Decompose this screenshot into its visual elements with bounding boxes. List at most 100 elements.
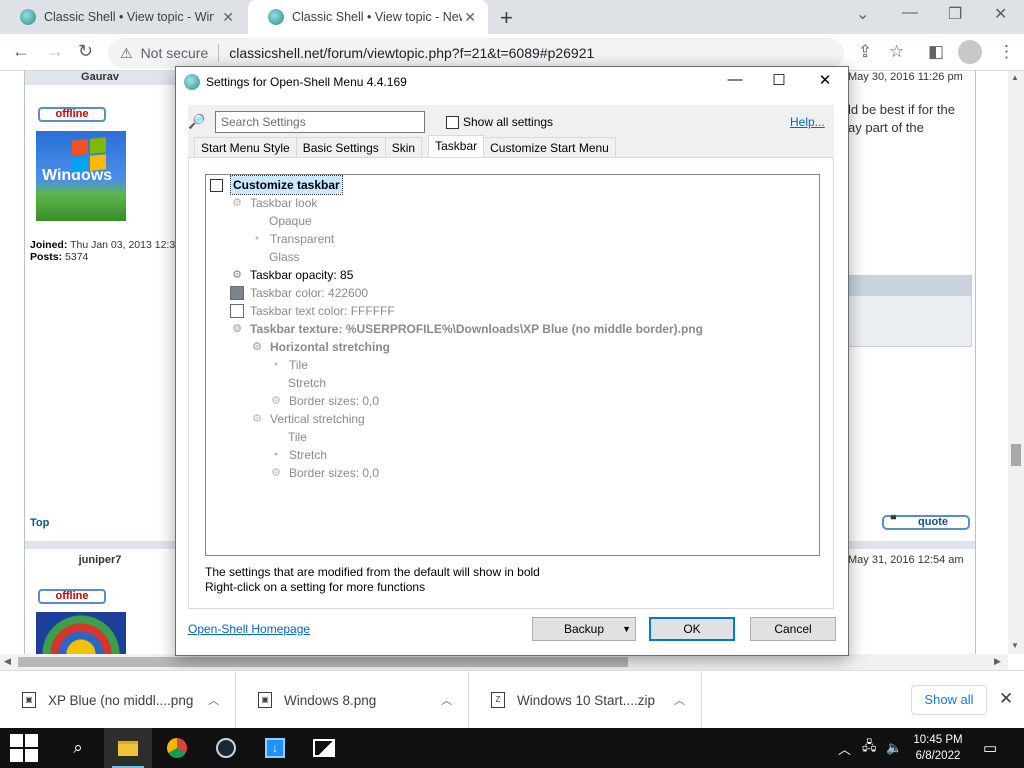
top-link[interactable]: Top <box>30 517 49 529</box>
scrollbar-thumb[interactable] <box>1011 444 1021 466</box>
vertical-stretching-item[interactable]: ⚙ Vertical stretching <box>250 410 365 428</box>
search-button[interactable]: ⌕ <box>54 728 102 768</box>
taskbar-opacity-item[interactable]: ⚙ Taskbar opacity: 85 <box>230 266 353 284</box>
tab-customize-start-menu[interactable]: Customize Start Menu <box>483 137 616 157</box>
taskbar-look-item[interactable]: ⚙ Taskbar look <box>230 194 317 212</box>
open-shell-homepage-link[interactable]: Open-Shell Homepage <box>188 622 310 636</box>
tray-overflow-chevron-icon[interactable]: ︿ <box>838 728 851 768</box>
volume-icon[interactable]: 🔈 <box>886 728 902 768</box>
browser-tab-1[interactable]: Classic Shell • View topic - Windows ✕ <box>0 0 246 34</box>
share-icon[interactable]: ⇪ <box>858 42 872 62</box>
h-tile-option[interactable]: ● Tile <box>269 356 308 374</box>
h-border-sizes-item[interactable]: ⚙ Border sizes: 0,0 <box>269 392 379 410</box>
post-author-name[interactable]: Gaurav <box>25 71 175 85</box>
customize-taskbar-item[interactable]: Customize taskbar <box>210 175 343 195</box>
dropdown-arrow-icon[interactable]: ▼ <box>622 618 631 640</box>
gear-icon: ⚙ <box>232 323 242 335</box>
scroll-down-arrow-icon[interactable]: ▼ <box>1011 641 1019 650</box>
horizontal-stretching-item[interactable]: ⚙ Horizontal stretching <box>250 338 390 356</box>
chevron-up-icon[interactable]: ︿ <box>441 692 452 708</box>
security-status[interactable]: Not secure <box>141 45 209 61</box>
show-all-downloads-button[interactable]: Show all <box>911 685 987 715</box>
post-text-line: ay part of the <box>848 120 924 135</box>
search-settings-input[interactable]: Search Settings <box>215 111 425 133</box>
opaque-option[interactable]: Opaque <box>269 212 312 230</box>
v-stretch-option[interactable]: ● Stretch <box>269 446 327 464</box>
download-item[interactable]: Z Windows 10 Start....zip ︿ <box>469 671 702 729</box>
page-horizontal-scrollbar[interactable]: ◀ ▶ <box>0 654 1008 670</box>
chevron-up-icon[interactable]: ︿ <box>208 692 219 708</box>
taskbar-texture-item[interactable]: ⚙ Taskbar texture: %USERPROFILE%\Downloa… <box>230 320 703 338</box>
scroll-up-arrow-icon[interactable]: ▲ <box>1011 73 1019 82</box>
maximize-icon[interactable]: ☐ <box>764 71 794 89</box>
tab-basic-settings[interactable]: Basic Settings <box>295 137 386 157</box>
tab-start-menu-style[interactable]: Start Menu Style <box>194 137 297 157</box>
help-link[interactable]: Help... <box>790 115 825 129</box>
reload-icon[interactable]: ↻ <box>78 41 93 62</box>
url-text[interactable]: classicshell.net/forum/viewtopic.php?f=2… <box>229 45 594 61</box>
chrome-button[interactable] <box>153 728 201 768</box>
notification-icon[interactable]: ▭ <box>983 728 997 768</box>
file-explorer-button[interactable] <box>104 728 152 768</box>
close-tab-icon[interactable]: ✕ <box>464 9 476 26</box>
download-item[interactable]: ▣ Windows 8.png ︿ <box>236 671 469 729</box>
checkbox-icon[interactable] <box>210 178 223 192</box>
download-filename: Windows 10 Start....zip <box>517 692 656 708</box>
clock-date: 6/8/2022 <box>915 750 961 762</box>
backup-button[interactable]: Backup ▼ <box>532 617 636 641</box>
close-window-icon[interactable]: ✕ <box>994 4 1007 24</box>
chevron-up-icon[interactable]: ︿ <box>674 692 685 708</box>
ok-button[interactable]: OK <box>649 617 735 641</box>
photos-button[interactable] <box>300 728 348 768</box>
gear-icon: ⚙ <box>271 467 281 479</box>
joined-label: Joined: <box>30 239 68 251</box>
quote-button[interactable]: ❝ quote <box>882 514 970 530</box>
scroll-left-arrow-icon[interactable]: ◀ <box>4 656 11 667</box>
taskbar-text-color-item[interactable]: Taskbar text color: FFFFFF <box>230 302 395 320</box>
customize-taskbar-label[interactable]: Customize taskbar <box>230 175 343 195</box>
v-tile-option[interactable]: Tile <box>288 428 307 446</box>
tab-skin[interactable]: Skin <box>384 137 423 157</box>
profile-avatar[interactable] <box>958 40 982 64</box>
system-clock[interactable]: 10:45 PM 6/8/2022 <box>906 732 970 764</box>
radio-dot-icon: ● <box>273 451 279 458</box>
minimize-icon[interactable]: — <box>902 4 918 22</box>
post-author-name[interactable]: juniper7 <box>25 554 175 568</box>
network-icon[interactable]: 🖧 <box>862 728 877 768</box>
settings-tree[interactable]: Customize taskbar ⚙ Taskbar look Opaque … <box>205 174 820 556</box>
store-app-button[interactable]: ↓ <box>251 728 299 768</box>
close-dialog-icon[interactable]: ✕ <box>810 71 840 89</box>
h-stretch-option[interactable]: Stretch <box>288 374 326 392</box>
side-panel-icon[interactable]: ◧ <box>928 42 944 62</box>
start-button[interactable] <box>0 728 48 768</box>
open-shell-shell-icon <box>184 74 200 90</box>
close-downloads-bar-icon[interactable]: ✕ <box>999 689 1013 709</box>
checkbox-icon[interactable] <box>446 115 459 129</box>
warning-triangle-icon[interactable]: ⚠ <box>120 45 133 62</box>
transparent-option[interactable]: ● Transparent <box>250 230 334 248</box>
glass-option[interactable]: Glass <box>269 248 300 266</box>
browser-tab-2[interactable]: Classic Shell • View topic - New f ✕ <box>248 0 488 34</box>
dialog-title-bar[interactable]: Settings for Open-Shell Menu 4.4.169 — ☐… <box>176 67 848 97</box>
close-tab-icon[interactable]: ✕ <box>222 9 234 26</box>
new-tab-plus-icon[interactable]: + <box>500 5 513 31</box>
back-arrow-icon[interactable]: ← <box>12 41 30 62</box>
steam-button[interactable] <box>202 728 250 768</box>
tab-search-chevron-icon[interactable]: ⌄ <box>856 4 869 24</box>
scroll-right-arrow-icon[interactable]: ▶ <box>994 656 1001 667</box>
v-border-sizes-item[interactable]: ⚙ Border sizes: 0,0 <box>269 464 379 482</box>
bookmark-star-icon[interactable]: ☆ <box>889 42 904 62</box>
taskbar-color-item[interactable]: Taskbar color: 422600 <box>230 284 368 302</box>
more-menu-icon[interactable]: ⋮ <box>998 42 1015 62</box>
tab-taskbar[interactable]: Taskbar <box>428 135 485 157</box>
color-swatch <box>230 286 244 300</box>
forward-arrow-icon[interactable]: → <box>46 41 64 62</box>
cancel-button[interactable]: Cancel <box>750 617 836 641</box>
show-all-settings-checkbox[interactable]: Show all settings <box>446 115 553 129</box>
page-vertical-scrollbar[interactable]: ▲ ▼ <box>1008 71 1024 654</box>
omnibox[interactable]: ⚠ Not secure classicshell.net/forum/view… <box>108 38 844 68</box>
download-item[interactable]: ▣ XP Blue (no middl....png ︿ <box>0 671 236 729</box>
minimize-icon[interactable]: — <box>720 71 750 88</box>
restore-icon[interactable]: ❐ <box>948 4 962 24</box>
scrollbar-thumb[interactable] <box>18 657 628 667</box>
